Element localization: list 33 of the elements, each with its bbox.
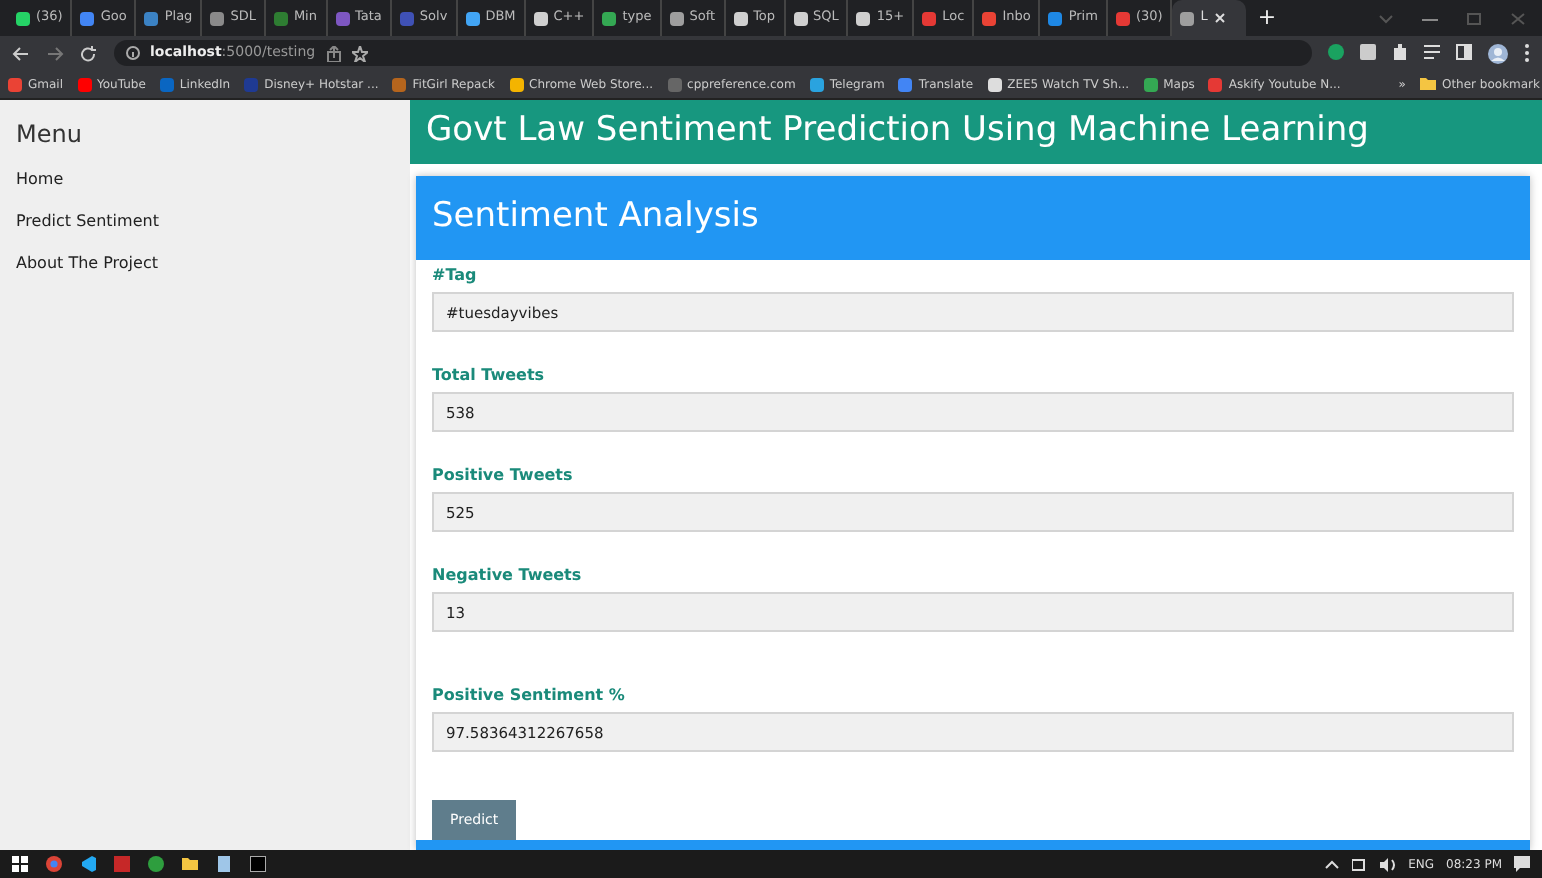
folder-icon[interactable] bbox=[182, 856, 198, 872]
back-icon[interactable] bbox=[12, 45, 30, 61]
new-tab-button[interactable]: + bbox=[1257, 1, 1277, 35]
card-header: Sentiment Analysis bbox=[416, 176, 1530, 260]
page-header: Govt Law Sentiment Prediction Using Machine Learning bbox=[410, 100, 1542, 164]
notification-icon[interactable] bbox=[1514, 856, 1530, 872]
field-label: Negative Tweets bbox=[432, 564, 584, 588]
field-label: #Tag bbox=[432, 264, 479, 288]
side-panel-icon[interactable] bbox=[1456, 44, 1472, 62]
playlist-icon[interactable] bbox=[1424, 44, 1440, 62]
volume-icon[interactable] bbox=[1380, 857, 1397, 871]
terminal-icon[interactable] bbox=[250, 856, 266, 872]
network-icon[interactable] bbox=[1352, 857, 1369, 871]
info-icon bbox=[126, 46, 140, 60]
windows-start-icon[interactable] bbox=[12, 856, 28, 872]
chevron-up-icon[interactable] bbox=[1324, 857, 1341, 871]
document-icon[interactable] bbox=[216, 856, 232, 872]
code-editor-icon[interactable] bbox=[80, 856, 96, 872]
field-label: Total Tweets bbox=[432, 364, 547, 388]
folder-icon bbox=[1419, 76, 1436, 92]
more-icon[interactable] bbox=[1524, 44, 1530, 62]
avatar-icon[interactable] bbox=[1488, 43, 1508, 63]
share-icon[interactable] bbox=[325, 45, 342, 61]
browser-icon[interactable] bbox=[46, 856, 62, 872]
sidebar-link[interactable]: About The Project bbox=[16, 252, 410, 276]
sidebar-link[interactable]: Predict Sentiment bbox=[16, 210, 410, 234]
sidebar-title: Menu bbox=[16, 118, 84, 152]
sidebar-link[interactable]: Home bbox=[16, 168, 410, 192]
star-icon[interactable] bbox=[351, 45, 368, 61]
reload-icon[interactable] bbox=[80, 45, 98, 61]
field-label: Positive Sentiment % bbox=[432, 684, 627, 708]
field-label: Positive Tweets bbox=[432, 464, 575, 488]
forward-icon[interactable] bbox=[46, 45, 64, 61]
